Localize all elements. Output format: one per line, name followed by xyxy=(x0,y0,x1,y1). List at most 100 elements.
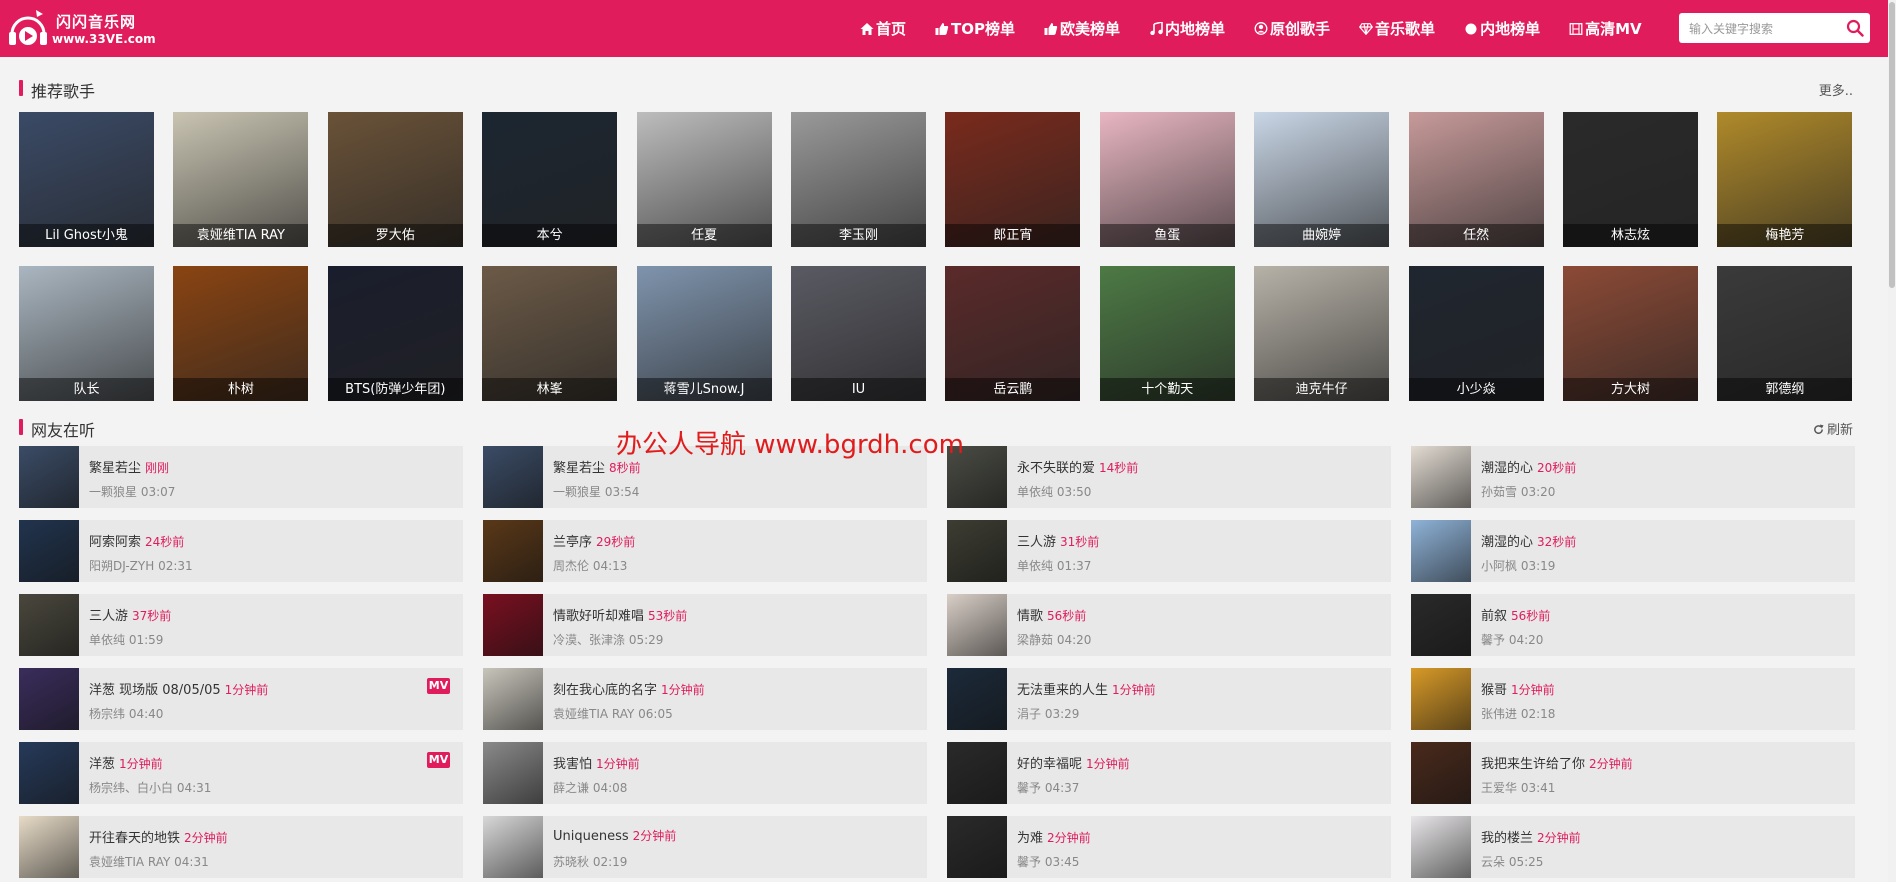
singer-name: 李玉刚 xyxy=(791,224,926,247)
singer-card[interactable]: 十个勤天 xyxy=(1099,266,1235,401)
song-artist-duration: 周杰伦 04:13 xyxy=(553,559,628,573)
nav-item-home[interactable]: 首页 xyxy=(860,18,906,39)
song-item[interactable]: 前叙 56秒前 馨予 04:20 xyxy=(1411,594,1855,656)
singer-card[interactable]: IU xyxy=(791,266,926,401)
played-time: 56秒前 xyxy=(1047,609,1087,623)
film-icon xyxy=(1569,22,1583,35)
song-title-line: 刻在我心底的名字 1分钟前 xyxy=(553,679,705,698)
song-item[interactable]: 繁星若尘 刚刚 一颗狼星 03:07 xyxy=(19,446,463,508)
song-cover xyxy=(19,816,79,878)
refresh-button[interactable]: 刷新 xyxy=(1813,419,1853,438)
singer-name: 小少焱 xyxy=(1408,378,1544,401)
song-item[interactable]: 兰亭序 29秒前 周杰伦 04:13 xyxy=(483,520,927,582)
singer-card[interactable]: 蒋雪儿Snow.J xyxy=(636,266,772,401)
song-item[interactable]: 阿索阿索 24秒前 阳朔DJ-ZYH 02:31 xyxy=(19,520,463,582)
singer-card[interactable]: 李玉刚 xyxy=(791,112,926,247)
singer-card[interactable]: 郎正宵 xyxy=(945,112,1081,247)
song-item[interactable]: 潮湿的心 20秒前 孙茹雪 03:20 xyxy=(1411,446,1855,508)
song-item[interactable]: 三人游 37秒前 单依纯 01:59 xyxy=(19,594,463,656)
nav-label: 内地榜单 xyxy=(1480,20,1541,38)
singer-card[interactable]: 郭德纲 xyxy=(1717,266,1853,401)
scrollbar-thumb[interactable] xyxy=(1889,2,1895,288)
singer-card[interactable]: 本兮 xyxy=(482,112,618,247)
singer-card[interactable]: BTS(防弹少年团) xyxy=(327,266,463,401)
page-scrollbar[interactable] xyxy=(1888,0,1896,882)
song-title: 繁星若尘 xyxy=(89,461,142,476)
song-artist-duration: 孙茹雪 03:20 xyxy=(1481,485,1556,499)
nav-label: 欧美榜单 xyxy=(1060,20,1121,38)
song-item[interactable]: 我害怕 1分钟前 薛之谦 04:08 xyxy=(483,742,927,804)
nav-item-mainland-chart[interactable]: 内地榜单 xyxy=(1149,18,1225,39)
singer-name: 本兮 xyxy=(482,224,618,247)
song-cover xyxy=(1411,742,1471,804)
singer-name: BTS(防弹少年团) xyxy=(327,378,463,401)
song-item[interactable]: 无法重来的人生 1分钟前 涓子 03:29 xyxy=(947,668,1391,730)
singer-card[interactable]: 梅艳芳 xyxy=(1717,112,1853,247)
singer-card[interactable]: 鱼蛋 xyxy=(1099,112,1235,247)
nav-item-top[interactable]: TOP榜单 xyxy=(935,18,1015,39)
song-cover xyxy=(19,520,79,582)
more-link[interactable]: 更多.. xyxy=(1819,80,1853,99)
song-item[interactable]: 潮湿的心 32秒前 小阿枫 03:19 xyxy=(1411,520,1855,582)
nav-item-playlists[interactable]: 音乐歌单 xyxy=(1359,18,1435,39)
song-item[interactable]: 刻在我心底的名字 1分钟前 袁娅维TIA RAY 06:05 xyxy=(483,668,927,730)
search-icon[interactable] xyxy=(1846,19,1864,37)
nav-item-mainland-chart-2[interactable]: 内地榜单 xyxy=(1464,18,1540,39)
played-time: 1分钟前 xyxy=(1511,683,1555,697)
singer-name: 袁娅维TIA RAY xyxy=(173,224,309,247)
nav-item-hd-mv[interactable]: 高清MV xyxy=(1569,18,1642,39)
played-time: 56秒前 xyxy=(1511,609,1551,623)
song-item[interactable]: Uniqueness 2分钟前 苏晓秋 02:19 xyxy=(483,816,927,878)
mv-badge[interactable]: MV xyxy=(427,752,450,768)
played-time: 2分钟前 xyxy=(184,831,228,845)
singer-card[interactable]: 朴树 xyxy=(173,266,309,401)
nav-label: 首页 xyxy=(876,20,907,38)
song-item[interactable]: 洋葱 现场版 08/05/05 1分钟前 杨宗纬 04:40 MV xyxy=(19,668,463,730)
song-cover xyxy=(947,594,1007,656)
song-item[interactable]: 我把来生许给了你 2分钟前 王爱华 03:41 xyxy=(1411,742,1855,804)
singer-name: IU xyxy=(791,378,926,401)
played-time: 1分钟前 xyxy=(1086,757,1130,771)
song-cover xyxy=(483,520,543,582)
singer-card[interactable]: 方大树 xyxy=(1563,266,1698,401)
song-title: 我把来生许给了你 xyxy=(1481,757,1586,772)
singer-card[interactable]: 任然 xyxy=(1408,112,1544,247)
nav-item-original-singers[interactable]: 原创歌手 xyxy=(1254,18,1330,39)
singer-card[interactable]: 小少焱 xyxy=(1408,266,1544,401)
song-item[interactable]: 猴哥 1分钟前 张伟进 02:18 xyxy=(1411,668,1855,730)
singer-card[interactable]: 任夏 xyxy=(636,112,772,247)
played-time: 1分钟前 xyxy=(661,683,705,697)
singer-card[interactable]: 迪克牛仔 xyxy=(1254,266,1390,401)
song-item[interactable]: 三人游 31秒前 单依纯 01:37 xyxy=(947,520,1391,582)
singer-card[interactable]: Lil Ghost小鬼 xyxy=(19,112,154,247)
song-title-line: 情歌 56秒前 xyxy=(1017,605,1086,624)
song-item[interactable]: 情歌好听却难唱 53秒前 冷漠、张津涤 05:29 xyxy=(483,594,927,656)
site-logo[interactable]: 闪闪音乐网 www.33VE.com xyxy=(6,6,156,50)
user-circle-icon xyxy=(1254,22,1268,35)
song-item[interactable]: 洋葱 1分钟前 杨宗纬、白小白 04:31 MV xyxy=(19,742,463,804)
singer-card[interactable]: 林峯 xyxy=(482,266,618,401)
singer-card[interactable]: 岳云鹏 xyxy=(945,266,1081,401)
song-item[interactable]: 情歌 56秒前 梁静茹 04:20 xyxy=(947,594,1391,656)
singer-card[interactable]: 曲婉婷 xyxy=(1254,112,1390,247)
song-item[interactable]: 开往春天的地铁 2分钟前 袁娅维TIA RAY 04:31 xyxy=(19,816,463,878)
singer-card[interactable]: 袁娅维TIA RAY xyxy=(173,112,309,247)
played-time: 29秒前 xyxy=(596,535,636,549)
nav-item-western-chart[interactable]: 欧美榜单 xyxy=(1044,18,1120,39)
song-title-line: 洋葱 现场版 08/05/05 1分钟前 xyxy=(89,679,268,698)
song-artist-duration: 王爱华 03:41 xyxy=(1481,781,1556,795)
home-icon xyxy=(860,22,874,35)
singer-name: 林峯 xyxy=(482,378,618,401)
singer-card[interactable]: 林志炫 xyxy=(1563,112,1698,247)
singer-card[interactable]: 队长 xyxy=(19,266,154,401)
song-item[interactable]: 永不失联的爱 14秒前 单依纯 03:50 xyxy=(947,446,1391,508)
mv-badge[interactable]: MV xyxy=(427,678,450,694)
singer-card[interactable]: 罗大佑 xyxy=(327,112,463,247)
song-item[interactable]: 好的幸福呢 1分钟前 馨予 04:37 xyxy=(947,742,1391,804)
song-item[interactable]: 为难 2分钟前 馨予 03:45 xyxy=(947,816,1391,878)
song-artist-duration: 单依纯 01:59 xyxy=(89,633,164,647)
song-item[interactable]: 我的楼兰 2分钟前 云朵 05:25 xyxy=(1411,816,1855,878)
played-time: 20秒前 xyxy=(1537,461,1577,475)
search-input[interactable] xyxy=(1687,13,1841,45)
played-time: 1分钟前 xyxy=(1112,683,1156,697)
